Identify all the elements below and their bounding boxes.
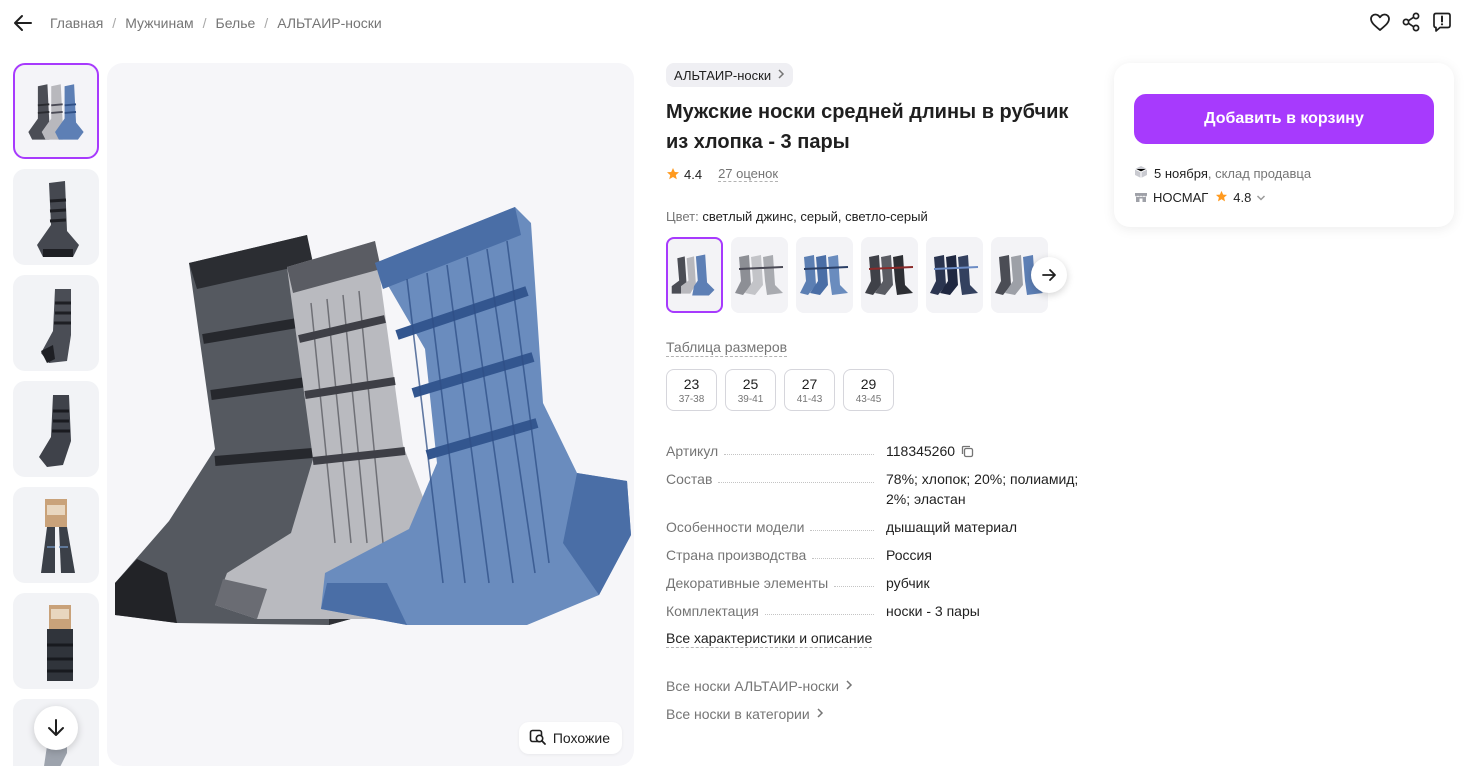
product-title: Мужские носки средней длины в рубчик из … bbox=[666, 101, 1069, 153]
copy-icon[interactable] bbox=[961, 443, 974, 458]
breadcrumb-separator: / bbox=[202, 15, 207, 31]
color-swatch-1[interactable] bbox=[666, 237, 723, 313]
thumbnail-3[interactable] bbox=[13, 275, 99, 371]
chevron-right-icon bbox=[845, 678, 853, 694]
delivery-source: , склад продавца bbox=[1207, 166, 1312, 181]
spec-key: Особенности модели bbox=[666, 519, 805, 535]
buy-card: Добавить в корзину 5 ноября, склад прода… bbox=[1114, 63, 1454, 227]
spec-value: Россия bbox=[886, 547, 932, 563]
size-range: 41-43 bbox=[796, 394, 823, 405]
spec-key: Состав bbox=[666, 471, 713, 487]
rating-row: 4.4 27 оценок bbox=[666, 166, 1096, 182]
size-option[interactable]: 27 41-43 bbox=[784, 369, 835, 411]
breadcrumb: Главная / Мужчинам / Белье / АЛЬТАИР-нос… bbox=[50, 15, 382, 31]
category-all-link-label: Все носки в категории bbox=[666, 706, 810, 722]
brand-chip[interactable]: АЛЬТАИР-носки bbox=[666, 63, 794, 87]
all-characteristics-link[interactable]: Все характеристики и описание bbox=[666, 629, 873, 648]
arrow-right-icon[interactable] bbox=[1031, 257, 1067, 293]
size-option[interactable]: 25 39-41 bbox=[725, 369, 776, 411]
top-actions bbox=[1369, 11, 1453, 33]
size-range: 43-45 bbox=[855, 394, 882, 405]
color-line: Цвет: светлый джинс, серый, светло-серый bbox=[666, 209, 1096, 224]
thumbnail-2[interactable] bbox=[13, 169, 99, 265]
star-icon bbox=[1215, 190, 1228, 206]
spec-key: Комплектация bbox=[666, 603, 759, 619]
chevron-right-icon bbox=[816, 706, 824, 722]
breadcrumb-item-brand[interactable]: АЛЬТАИР-носки bbox=[277, 15, 382, 31]
report-icon[interactable] bbox=[1431, 11, 1453, 33]
size-range: 39-41 bbox=[737, 394, 764, 405]
seller-info[interactable]: НОСМАГ 4.8 bbox=[1134, 189, 1266, 206]
size-options: 23 37-38 25 39-41 27 41-43 29 43-45 bbox=[666, 369, 1096, 411]
star-icon bbox=[666, 167, 680, 181]
thumbnail-list bbox=[13, 63, 99, 766]
chevron-down-icon bbox=[1256, 190, 1266, 205]
seller-name: НОСМАГ bbox=[1153, 190, 1209, 205]
seller-rating: 4.8 bbox=[1233, 190, 1252, 205]
box-icon bbox=[1134, 165, 1148, 182]
spec-value: дышащий материал bbox=[886, 519, 1018, 535]
color-value: светлый джинс, серый, светло-серый bbox=[702, 209, 928, 224]
thumbnail-1[interactable] bbox=[13, 63, 99, 159]
product-main-image[interactable]: Похожие bbox=[107, 63, 634, 766]
color-swatch-3[interactable] bbox=[796, 237, 853, 313]
spec-row-set: Комплектация носки - 3 пары bbox=[666, 601, 1086, 621]
spec-key: Артикул bbox=[666, 443, 719, 459]
top-bar: Главная / Мужчинам / Белье / АЛЬТАИР-нос… bbox=[0, 0, 1473, 46]
spec-value: носки - 3 пары bbox=[886, 603, 980, 619]
spec-key: Декоративные элементы bbox=[666, 575, 829, 591]
similar-button-label: Похожие bbox=[552, 730, 610, 746]
size-table-link[interactable]: Таблица размеров bbox=[666, 339, 788, 357]
breadcrumb-item-underwear[interactable]: Белье bbox=[216, 15, 256, 31]
breadcrumb-item-home[interactable]: Главная bbox=[50, 15, 103, 31]
breadcrumb-separator: / bbox=[112, 15, 117, 31]
spec-row-article: Артикул 118345260 bbox=[666, 441, 1086, 461]
color-label: Цвет: bbox=[666, 209, 699, 224]
size-option[interactable]: 23 37-38 bbox=[666, 369, 717, 411]
spec-value: 118345260 bbox=[886, 443, 956, 459]
add-to-cart-button[interactable]: Добавить в корзину bbox=[1134, 94, 1434, 144]
spec-row-country: Страна производства Россия bbox=[666, 545, 1086, 565]
arrow-down-icon[interactable] bbox=[34, 706, 78, 750]
delivery-info: 5 ноября, склад продавца bbox=[1134, 165, 1311, 182]
spec-value: рубчик bbox=[886, 575, 930, 591]
spec-key: Страна производства bbox=[666, 547, 807, 563]
heart-icon[interactable] bbox=[1369, 11, 1391, 33]
product-info: АЛЬТАИР-носки Мужские носки средней длин… bbox=[666, 63, 1096, 722]
thumbnail-4[interactable] bbox=[13, 381, 99, 477]
size-number: 29 bbox=[860, 376, 877, 392]
store-icon bbox=[1134, 189, 1148, 206]
color-swatch-2[interactable] bbox=[731, 237, 788, 313]
color-swatches bbox=[666, 237, 1096, 313]
spec-row-features: Особенности модели дышащий материал bbox=[666, 517, 1086, 537]
size-number: 23 bbox=[683, 376, 700, 392]
thumbnail-6[interactable] bbox=[13, 593, 99, 689]
breadcrumb-separator: / bbox=[264, 15, 269, 31]
thumbnail-5[interactable] bbox=[13, 487, 99, 583]
breadcrumb-item-men[interactable]: Мужчинам bbox=[125, 15, 193, 31]
brand-all-link[interactable]: Все носки АЛЬТАИР-носки bbox=[666, 678, 1096, 694]
category-all-link[interactable]: Все носки в категории bbox=[666, 706, 1096, 722]
size-option[interactable]: 29 43-45 bbox=[843, 369, 894, 411]
image-search-icon bbox=[529, 728, 547, 749]
back-arrow-icon[interactable] bbox=[12, 12, 34, 34]
color-swatch-4[interactable] bbox=[861, 237, 918, 313]
brand-name: АЛЬТАИР-носки bbox=[674, 67, 772, 83]
similar-button[interactable]: Похожие bbox=[518, 722, 622, 754]
rating-value: 4.4 bbox=[684, 166, 703, 182]
delivery-date: 5 ноября bbox=[1154, 166, 1208, 181]
brand-all-link-label: Все носки АЛЬТАИР-носки bbox=[666, 678, 839, 694]
spec-row-decor: Декоративные элементы рубчик bbox=[666, 573, 1086, 593]
socks-illustration bbox=[115, 207, 631, 625]
chevron-right-icon bbox=[777, 68, 785, 83]
specs-list: Артикул 118345260 Состав 78%; хлопок; 20… bbox=[666, 441, 1086, 621]
spec-value: 78%; хлопок; 20%; полиамид; 2%; эластан bbox=[886, 471, 1079, 507]
share-icon[interactable] bbox=[1400, 11, 1422, 33]
size-range: 37-38 bbox=[678, 394, 705, 405]
reviews-link[interactable]: 27 оценок bbox=[718, 166, 779, 182]
color-swatch-5[interactable] bbox=[926, 237, 983, 313]
size-number: 27 bbox=[801, 376, 818, 392]
spec-row-composition: Состав 78%; хлопок; 20%; полиамид; 2%; э… bbox=[666, 469, 1086, 509]
size-number: 25 bbox=[742, 376, 759, 392]
